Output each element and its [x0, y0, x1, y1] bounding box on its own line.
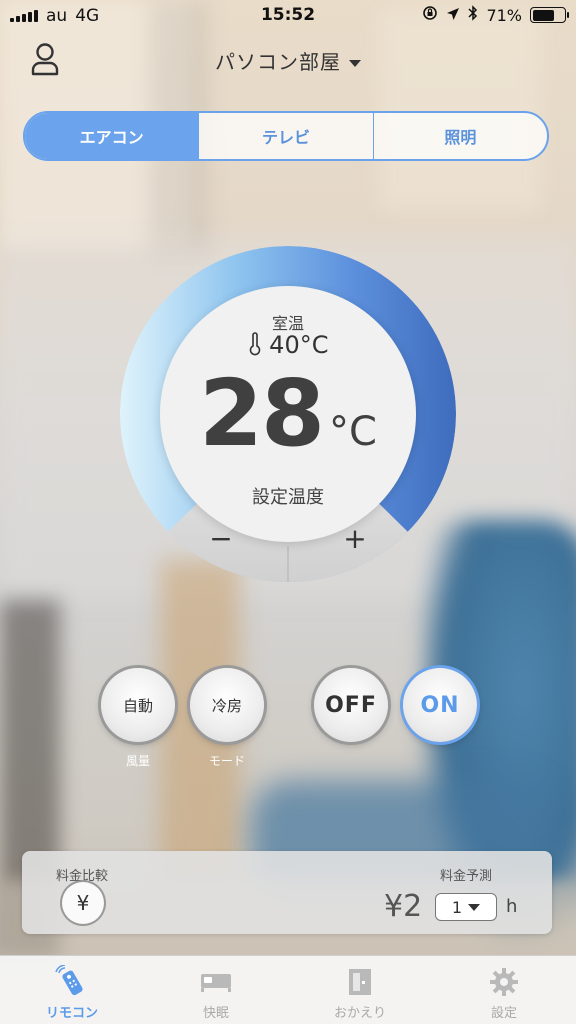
room-selector[interactable]: パソコン部屋	[0, 46, 576, 75]
tabbar-label-welcome: おかえり	[333, 1006, 386, 1021]
room-title: パソコン部屋	[215, 50, 341, 74]
tabbar-item-sleep[interactable]: 快眠	[144, 956, 288, 1024]
temp-up-button[interactable]: +	[290, 508, 420, 568]
mode-caption: モード	[208, 754, 245, 768]
fee-amount: ¥2	[384, 889, 423, 924]
set-temp-value: 28	[199, 360, 325, 467]
tab-light[interactable]: 照明	[372, 113, 547, 159]
chevron-down-icon	[349, 60, 361, 67]
set-temperature: 28 °C	[120, 360, 456, 467]
temp-down-button[interactable]: −	[156, 508, 286, 568]
fan-speed-caption: 風量	[125, 754, 150, 768]
mode-button[interactable]: 冷房	[190, 668, 264, 742]
tabbar-label-remote: リモコン	[45, 1006, 98, 1021]
power-off-button[interactable]: OFF	[314, 668, 388, 742]
tabbar-item-welcome[interactable]: おかえり	[288, 956, 432, 1024]
hours-value: 1	[451, 897, 463, 917]
hours-select[interactable]: 1	[435, 893, 497, 921]
chevron-down-icon	[468, 903, 481, 911]
set-temp-unit: °C	[329, 409, 377, 455]
door-icon	[346, 966, 374, 998]
bed-icon	[199, 966, 233, 998]
fee-compare-button[interactable]: ¥	[62, 882, 104, 924]
battery-percent: 71%	[486, 5, 522, 25]
temperature-dial: 室温 40°C 28 °C 設定温度 − +	[120, 246, 456, 582]
battery-icon	[530, 7, 569, 23]
bluetooth-icon	[468, 5, 478, 25]
tab-aircon[interactable]: エアコン	[25, 113, 199, 159]
hours-unit: h	[506, 896, 518, 917]
room-temp-value: 40°C	[120, 331, 456, 359]
bottom-tab-bar: リモコン 快眠 おかえり 設定	[0, 955, 576, 1024]
location-icon	[446, 6, 460, 25]
thermometer-icon	[248, 331, 270, 359]
gear-icon	[488, 966, 520, 998]
tabbar-item-remote[interactable]: リモコン	[0, 956, 144, 1024]
fee-panel: 料金比較 ¥ 料金予測 ¥2 1 h	[22, 851, 552, 934]
tabbar-label-sleep: 快眠	[202, 1006, 229, 1021]
status-bar: au 4G 15:52 71%	[0, 0, 576, 32]
rotation-lock-icon	[422, 5, 438, 25]
remote-icon	[55, 965, 89, 998]
tab-tv[interactable]: テレビ	[198, 113, 372, 159]
fan-speed-button[interactable]: 自動	[101, 668, 175, 742]
tabbar-item-settings[interactable]: 設定	[432, 956, 576, 1024]
device-tabs: エアコン テレビ 照明	[23, 111, 549, 161]
set-temp-label: 設定温度	[252, 487, 324, 508]
power-on-button[interactable]: ON	[403, 668, 477, 742]
fee-forecast-label: 料金予測	[439, 869, 492, 884]
tabbar-label-settings: 設定	[490, 1006, 517, 1021]
